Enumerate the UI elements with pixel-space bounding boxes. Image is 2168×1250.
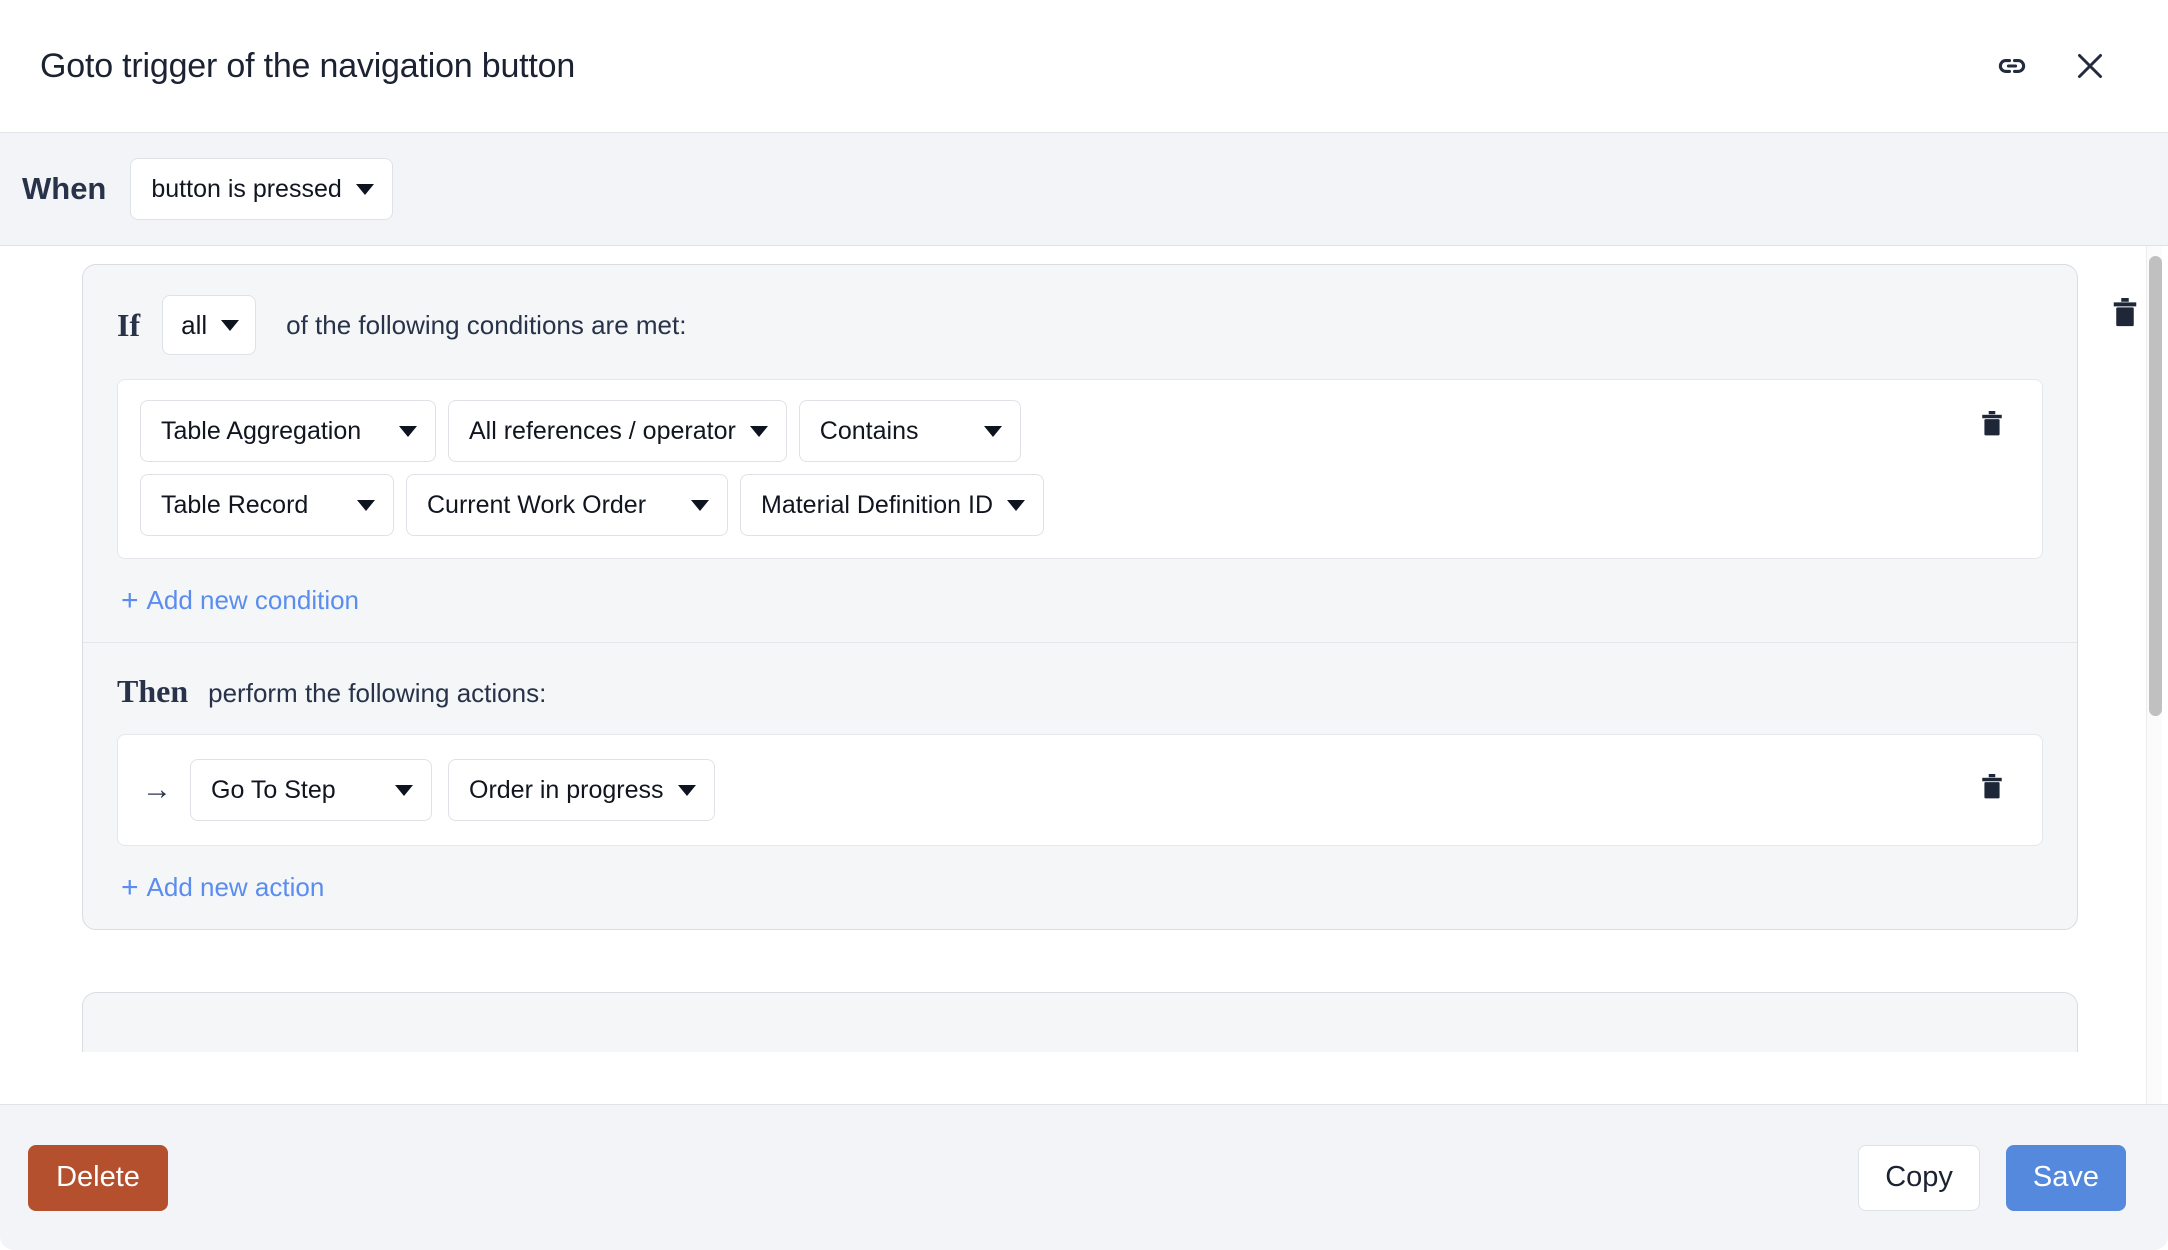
link-icon[interactable] [1992, 46, 2032, 86]
condition-left-value: Table Aggregation [161, 416, 362, 445]
trigger-editor-modal: Goto trigger of the navigation button Wh… [0, 0, 2168, 1250]
trash-icon [1982, 774, 2002, 799]
condition-middle-select[interactable]: All references / operator [448, 400, 787, 462]
then-label: Then [117, 673, 189, 709]
chevron-down-icon [357, 499, 375, 511]
chevron-down-icon [355, 183, 374, 195]
save-button[interactable]: Save [2005, 1144, 2126, 1211]
then-section: Then perform the following actions: → Go… [83, 643, 2077, 929]
condition-operator-select[interactable]: Contains [798, 400, 1021, 462]
delete-condition-button[interactable] [1972, 404, 2012, 444]
condition-middle-select[interactable]: Current Work Order [406, 474, 728, 536]
condition-left-value: Table Record [161, 490, 309, 519]
if-label: If [117, 306, 141, 343]
if-header: If all of the following conditions are m… [117, 295, 2043, 355]
condition-row: Table Record Current Work Order Material… [140, 474, 2020, 536]
condition-middle-value: All references / operator [469, 416, 736, 445]
if-match-select[interactable]: all [162, 295, 257, 355]
chevron-down-icon [399, 425, 417, 437]
copy-button[interactable]: Copy [1858, 1144, 1980, 1211]
action-type-select[interactable]: Go To Step [190, 759, 432, 821]
chevron-down-icon [1007, 499, 1026, 511]
action-row: → Go To Step Order in progress [140, 759, 2020, 821]
conditions-box: Table Aggregation All references / opera… [117, 379, 2043, 559]
rules-list: If all of the following conditions are m… [0, 264, 2168, 1052]
add-new-action-link[interactable]: + Add new action [117, 872, 324, 903]
page-title: Goto trigger of the navigation button [40, 46, 576, 85]
condition-operator-value: Contains [819, 416, 919, 445]
chevron-down-icon [983, 425, 1002, 437]
add-new-condition-link[interactable]: + Add new condition [117, 585, 359, 616]
if-suffix-text: of the following conditions are met: [286, 309, 687, 340]
when-label: When [22, 171, 107, 206]
chevron-down-icon [691, 499, 709, 511]
then-suffix-text: perform the following actions: [208, 678, 547, 708]
trash-icon [2113, 298, 2137, 327]
vertical-scrollbar[interactable] [2146, 246, 2162, 1104]
if-match-value: all [181, 309, 208, 340]
chevron-down-icon [395, 784, 413, 796]
modal-footer: Delete Copy Save [0, 1104, 2168, 1250]
action-target-value: Order in progress [469, 775, 664, 804]
rules-scroll-area[interactable]: If all of the following conditions are m… [0, 246, 2168, 1104]
plus-icon: + [121, 583, 139, 617]
chevron-down-icon [221, 319, 240, 331]
condition-row: Table Aggregation All references / opera… [140, 400, 2020, 462]
footer-right-actions: Copy Save [1858, 1144, 2126, 1211]
rule-card: If all of the following conditions are m… [82, 264, 2137, 930]
delete-button[interactable]: Delete [28, 1144, 168, 1211]
add-new-action-label: Add new action [146, 872, 325, 902]
condition-value-select[interactable]: Material Definition ID [740, 474, 1045, 536]
close-icon[interactable] [2070, 46, 2110, 86]
trash-icon [1982, 411, 2002, 436]
modal-header: Goto trigger of the navigation button [0, 0, 2168, 133]
action-type-value: Go To Step [211, 775, 336, 804]
when-trigger-value: button is pressed [151, 174, 342, 203]
if-section: If all of the following conditions are m… [83, 265, 2077, 643]
condition-left-select[interactable]: Table Aggregation [140, 400, 436, 462]
chevron-down-icon [749, 425, 768, 437]
plus-icon: + [121, 870, 139, 904]
actions-box: → Go To Step Order in progress [117, 734, 2043, 846]
rule-card-next-partial [82, 992, 2078, 1052]
delete-action-button[interactable] [1972, 767, 2012, 807]
condition-middle-value: Current Work Order [427, 490, 647, 519]
condition-left-select[interactable]: Table Record [140, 474, 394, 536]
delete-rule-button[interactable] [2105, 293, 2145, 333]
arrow-right-icon: → [142, 773, 172, 806]
scrollbar-thumb[interactable] [2149, 256, 2162, 716]
header-actions [1992, 46, 2110, 86]
condition-value-value: Material Definition ID [761, 490, 994, 519]
when-trigger-select[interactable]: button is pressed [130, 158, 393, 220]
add-new-condition-label: Add new condition [146, 585, 360, 615]
then-header: Then perform the following actions: [117, 673, 2043, 710]
action-target-select[interactable]: Order in progress [448, 759, 715, 821]
chevron-down-icon [677, 784, 696, 796]
when-bar: When button is pressed [0, 133, 2168, 246]
